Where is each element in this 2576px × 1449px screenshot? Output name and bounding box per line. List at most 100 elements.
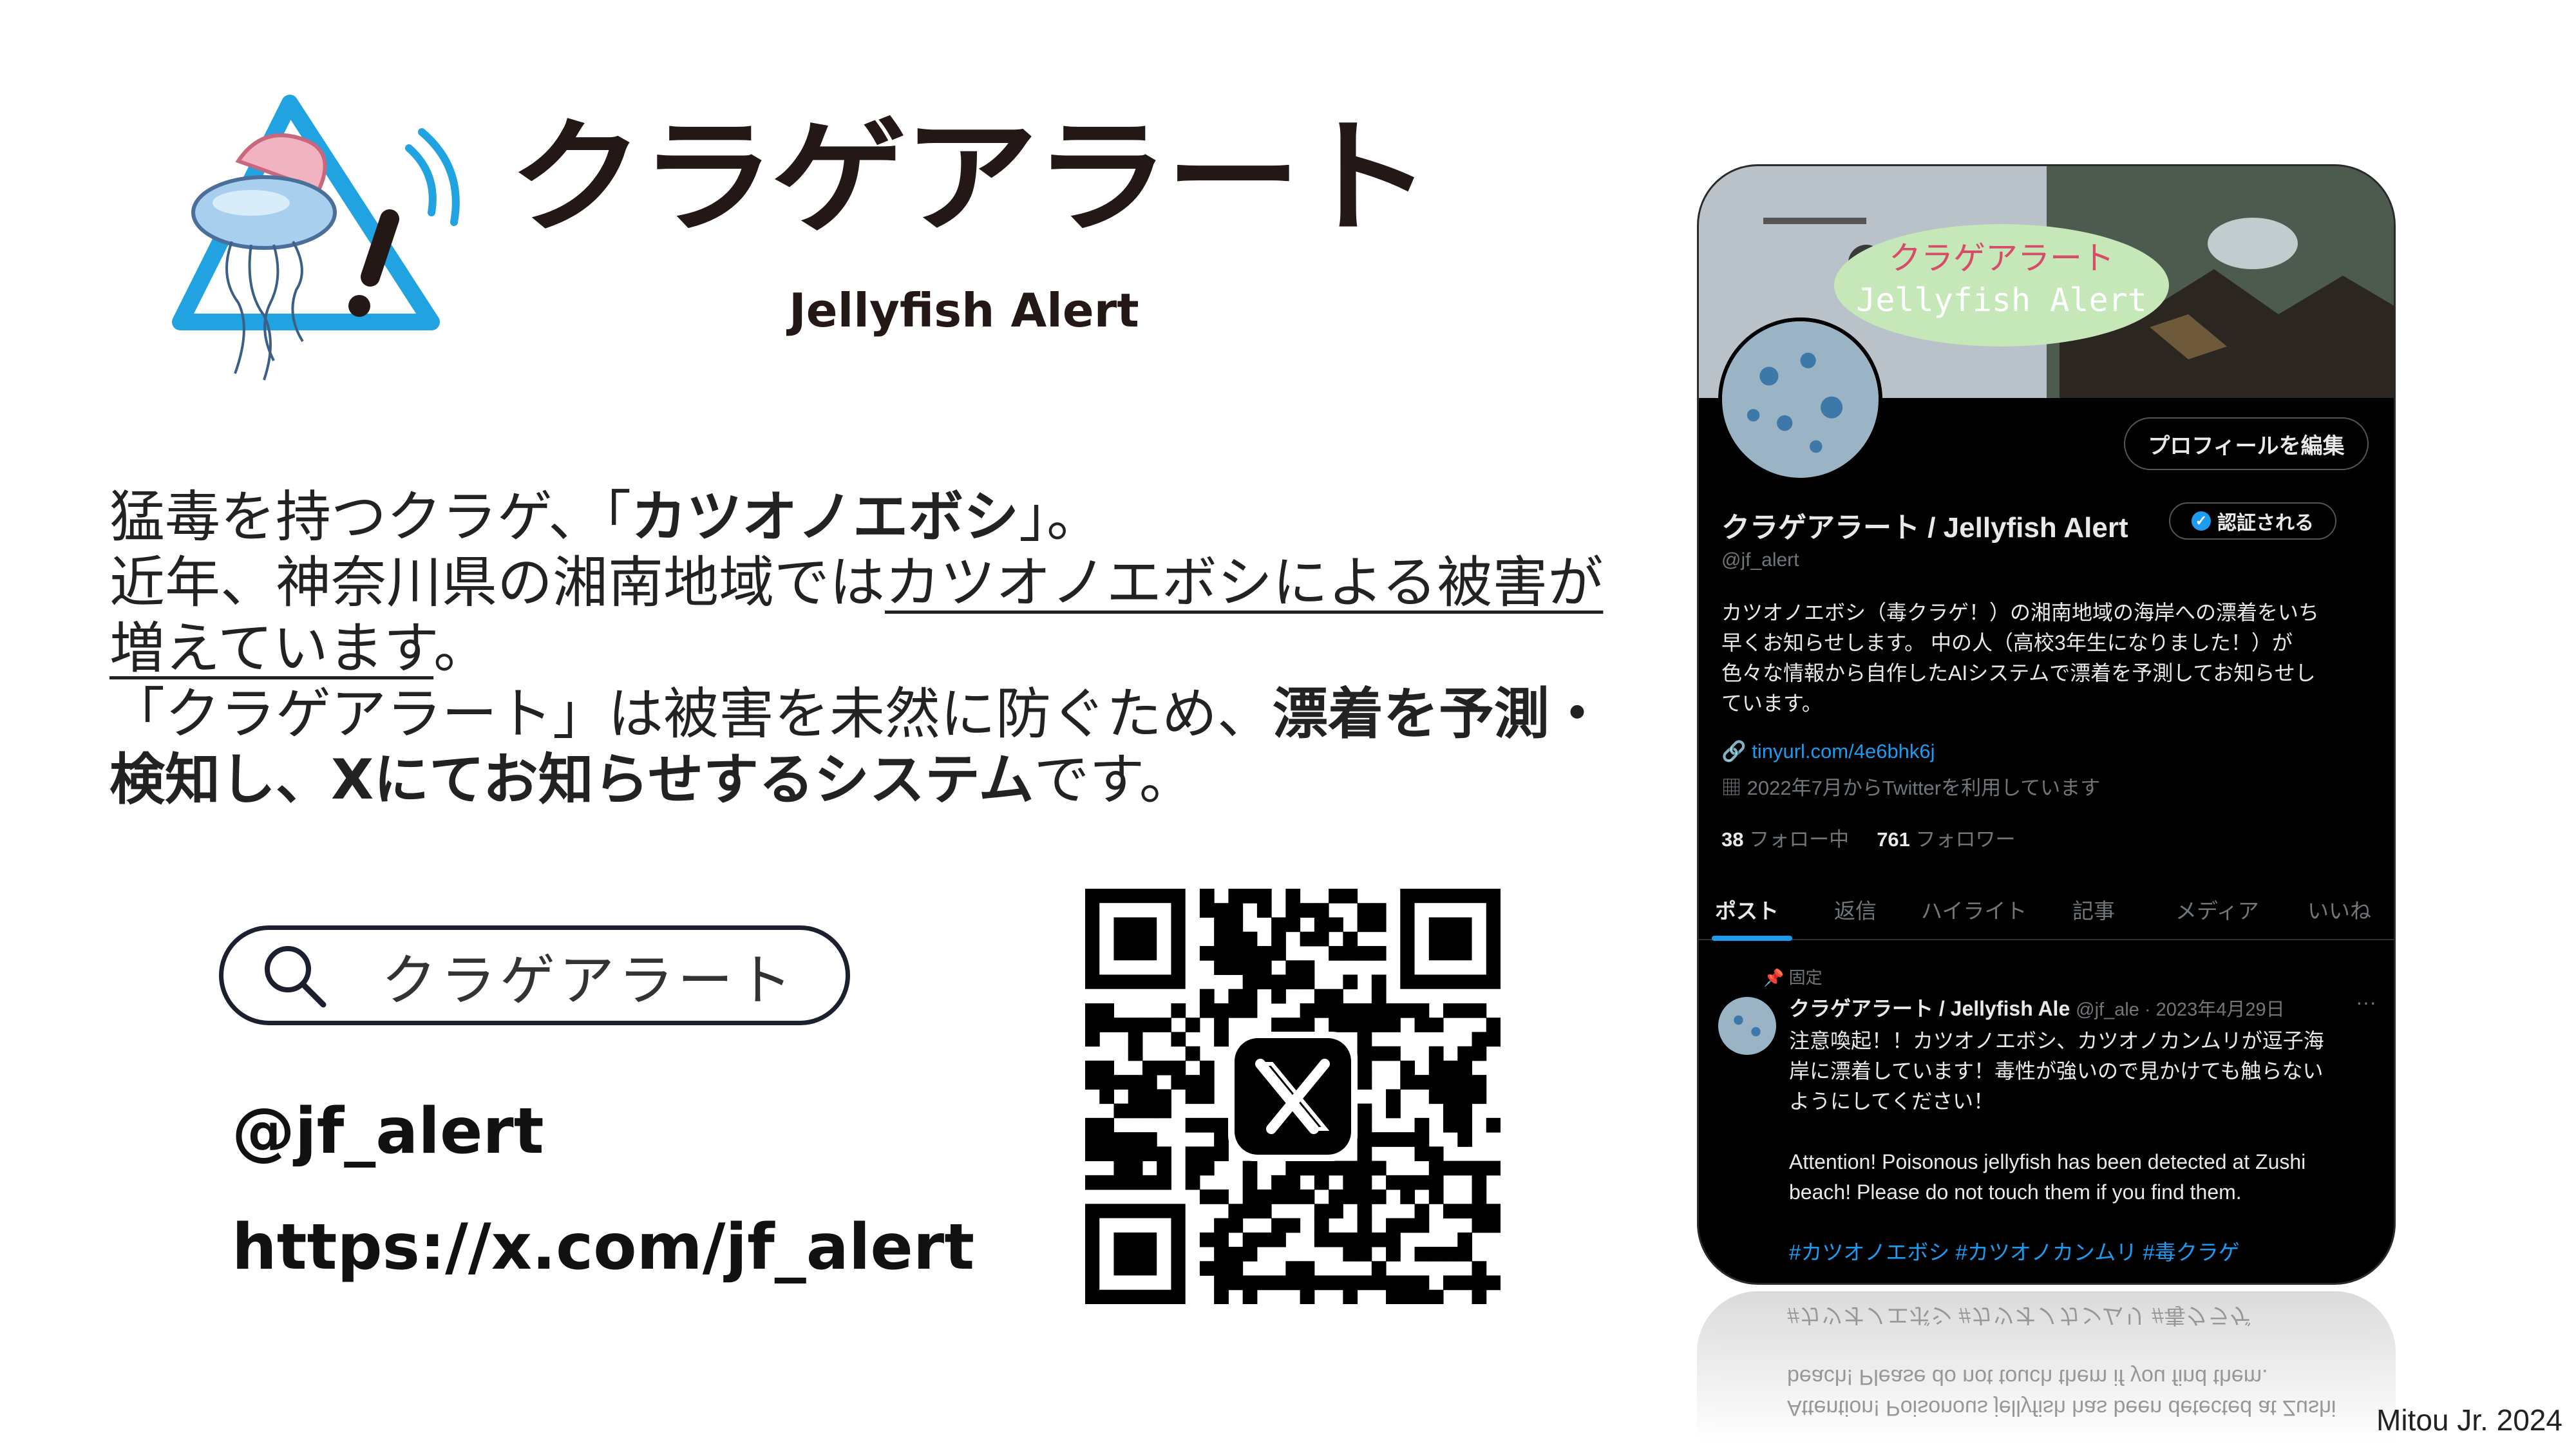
pin-icon: 📌 (1763, 968, 1785, 987)
qr-module (1256, 960, 1272, 975)
qr-module (1142, 1103, 1157, 1119)
qr-module (1343, 1247, 1358, 1262)
qr-module (1157, 1146, 1171, 1162)
qr-module (1414, 1204, 1430, 1219)
qr-module (1085, 1175, 1100, 1190)
qr-module (1457, 1089, 1473, 1104)
qr-module (1329, 1003, 1343, 1018)
qr-module (1414, 1218, 1430, 1233)
qr-module (1271, 1232, 1286, 1247)
following-link[interactable]: 38 フォロー中 (1721, 828, 1849, 851)
qr-module (1285, 960, 1301, 975)
jellyfish-alert-logo-icon (172, 95, 460, 381)
qr-module (1214, 1232, 1229, 1247)
qr-module (1414, 1146, 1430, 1162)
qr-module (1472, 1046, 1487, 1061)
tweet-avatar[interactable] (1718, 997, 1776, 1055)
qr-module (1142, 1175, 1157, 1190)
qr-module (1443, 1075, 1458, 1090)
qr-module (1214, 945, 1229, 961)
qr-module (1285, 1218, 1301, 1233)
qr-module (1428, 1189, 1444, 1204)
qr-module (1414, 1275, 1430, 1291)
qr-module (1128, 1018, 1143, 1032)
qr-module (1428, 1146, 1444, 1162)
qr-module (1285, 917, 1301, 933)
qr-module (1228, 1247, 1244, 1262)
qr-module (1214, 1117, 1229, 1133)
qr-module (1199, 989, 1215, 1004)
verified-badge[interactable]: ✓ 認証される (2169, 502, 2336, 540)
tab-posts[interactable]: ポスト (1715, 894, 1779, 925)
qr-module (1472, 1003, 1487, 1018)
tab-media[interactable]: メディア (2175, 894, 2259, 925)
tab-highlights[interactable]: ハイライト (1921, 894, 2027, 925)
qr-code[interactable] (1085, 889, 1501, 1304)
search-text: クラゲアラート (381, 949, 796, 1013)
qr-module (1199, 889, 1215, 904)
qr-module (1428, 1247, 1444, 1262)
qr-module (1457, 1247, 1473, 1262)
qr-module (1099, 1018, 1114, 1032)
qr-module (1386, 1132, 1401, 1147)
qr-module (1099, 1132, 1114, 1147)
qr-module (1472, 1275, 1487, 1291)
qr-module (1443, 1275, 1458, 1291)
qr-module (1199, 1232, 1215, 1247)
qr-module (1371, 903, 1387, 918)
qr-module (1142, 1060, 1157, 1075)
qr-module (1357, 1160, 1372, 1176)
qr-module (1400, 1218, 1416, 1233)
qr-module (1414, 1289, 1430, 1304)
qr-module (1142, 1132, 1157, 1147)
qr-module (1185, 1175, 1200, 1190)
qr-module (1242, 1160, 1258, 1176)
qr-module (1199, 1160, 1215, 1176)
x-logo-icon (1228, 1032, 1358, 1161)
qr-module (1357, 1003, 1372, 1018)
tweet-hashtags[interactable]: #カツオノエボシ #カツオノカンムリ #毒クラゲ (1789, 1235, 2240, 1266)
qr-module (1128, 1075, 1143, 1090)
qr-module (1300, 974, 1315, 990)
qr-module (1329, 1189, 1343, 1204)
qr-module (1400, 1060, 1416, 1075)
qr-module (1113, 1132, 1129, 1147)
more-options-icon[interactable]: ··· (2356, 990, 2376, 1014)
qr-module (1357, 917, 1372, 933)
qr-module (1214, 1261, 1229, 1276)
edit-profile-button[interactable]: プロフィールを編集 (2124, 417, 2369, 470)
qr-module (1357, 1018, 1372, 1032)
tab-articles[interactable]: 記事 (2072, 894, 2115, 925)
qr-module (1329, 917, 1343, 933)
qr-module (1428, 1160, 1444, 1176)
qr-module (1486, 1160, 1501, 1176)
qr-module (1242, 974, 1258, 990)
qr-module (1199, 1117, 1215, 1133)
search-bar-graphic: クラゲアラート (219, 925, 850, 1025)
qr-module (1457, 1204, 1473, 1219)
qr-module (1085, 1060, 1100, 1075)
qr-module (1457, 1232, 1473, 1247)
qr-module (1400, 1003, 1416, 1018)
tab-replies[interactable]: 返信 (1834, 894, 1877, 925)
qr-module (1386, 1218, 1401, 1233)
profile-link[interactable]: 🔗 tinyurl.com/4e6bhk6j (1721, 739, 1935, 763)
followers-link[interactable]: 761 フォロワー (1877, 828, 2015, 851)
qr-module (1343, 1189, 1358, 1204)
qr-module (1214, 1003, 1229, 1018)
qr-module (1457, 1046, 1473, 1061)
qr-module (1228, 1261, 1244, 1276)
qr-module (1271, 1189, 1286, 1204)
x-profile-url[interactable]: https://x.com/jf_alert (232, 1211, 974, 1284)
qr-module (1386, 1089, 1401, 1104)
active-tab-indicator (1712, 936, 1792, 941)
qr-module (1400, 1175, 1416, 1190)
search-icon (265, 945, 327, 1007)
qr-module (1128, 1089, 1143, 1104)
svg-text:クラゲアラート: クラゲアラート (1889, 240, 2114, 277)
qr-module (1443, 1160, 1458, 1176)
tab-likes[interactable]: いいね (2307, 894, 2371, 925)
profile-avatar[interactable] (1718, 317, 1882, 482)
qr-finder (1113, 1232, 1157, 1276)
qr-module (1400, 1289, 1416, 1304)
